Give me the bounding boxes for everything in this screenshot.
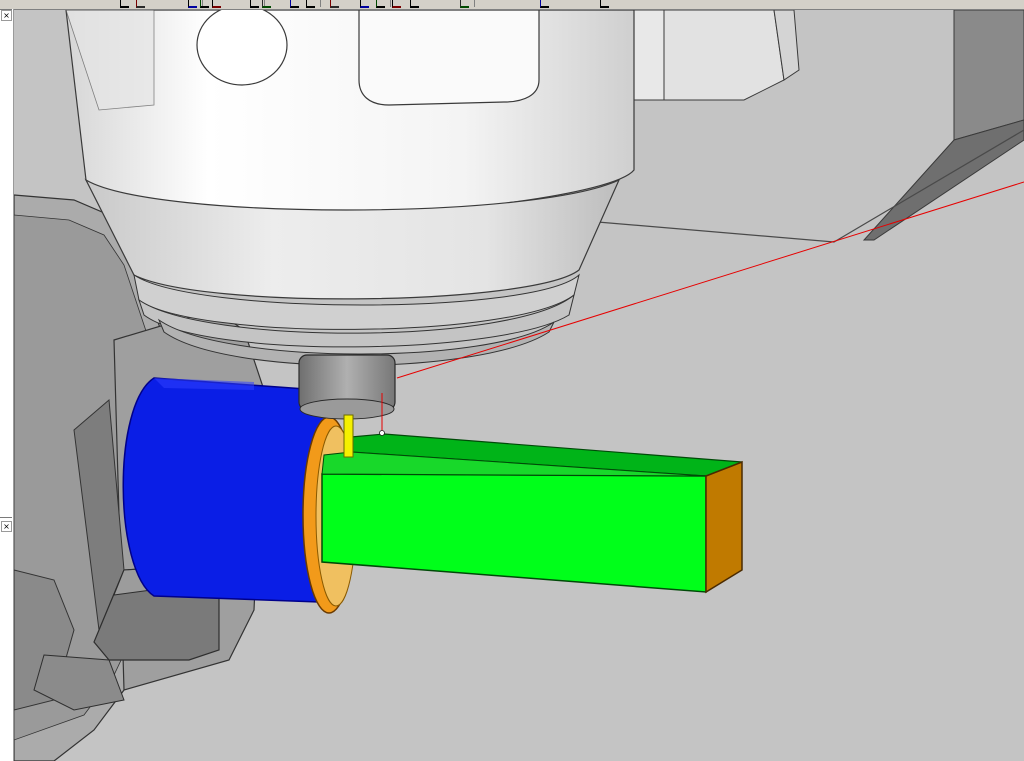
close-panel-bottom-button[interactable]: × — [1, 521, 12, 532]
redo-icon[interactable] — [212, 0, 221, 8]
play-icon[interactable] — [392, 0, 401, 8]
stock-icon[interactable] — [376, 0, 385, 8]
toolbar-separator — [320, 0, 321, 7]
spindle-head — [65, 10, 635, 366]
green-part — [321, 433, 743, 594]
stop-icon[interactable] — [460, 0, 469, 8]
zoom-icon[interactable] — [250, 0, 259, 8]
scene-svg — [14, 10, 1024, 761]
pan-icon[interactable] — [290, 0, 299, 8]
panel-splitter-middle[interactable] — [0, 517, 12, 518]
wire-icon[interactable] — [330, 0, 339, 8]
toolbar-separator — [390, 0, 391, 7]
toolbar-separator — [474, 0, 475, 7]
tool-holder — [298, 354, 396, 420]
3d-viewport[interactable] — [14, 10, 1024, 761]
step-icon[interactable] — [410, 0, 419, 8]
tool-icon[interactable] — [360, 0, 369, 8]
settings-icon[interactable] — [600, 0, 609, 8]
rotate-icon[interactable] — [262, 0, 271, 8]
open-icon[interactable] — [136, 0, 145, 8]
new-icon[interactable] — [120, 0, 129, 8]
machine-enclosure — [573, 10, 1024, 243]
left-panel: × × — [0, 9, 14, 761]
undo-icon[interactable] — [200, 0, 209, 8]
view-icon[interactable] — [540, 0, 549, 8]
close-panel-top-button[interactable]: × — [1, 10, 12, 21]
toolbar — [0, 0, 1024, 10]
shade-icon[interactable] — [306, 0, 315, 8]
save-icon[interactable] — [188, 0, 197, 8]
cutting-tool — [343, 414, 354, 458]
